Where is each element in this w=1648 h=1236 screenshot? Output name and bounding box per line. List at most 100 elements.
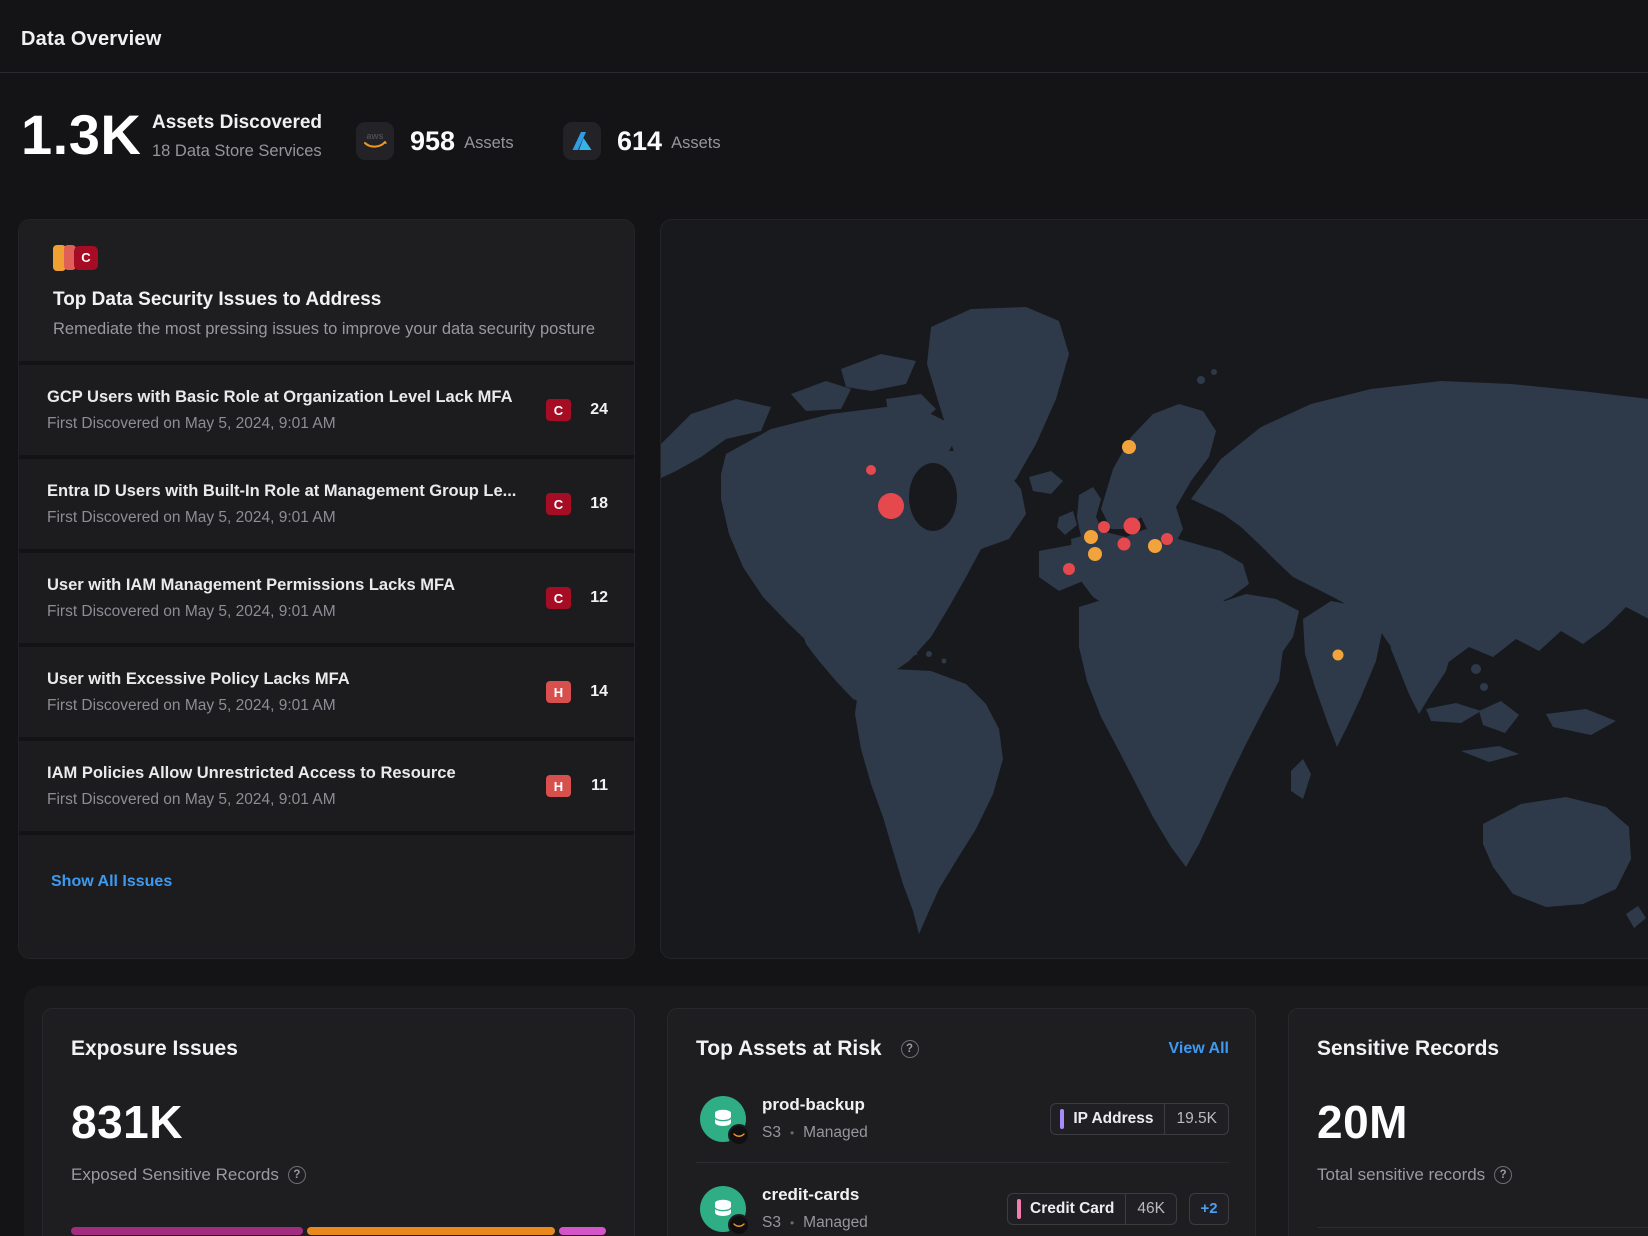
s3-bucket-icon <box>700 1096 746 1142</box>
azure-assets-unit: Assets <box>671 134 721 153</box>
tag-value: 46K <box>1125 1193 1176 1225</box>
sensitive-records-card: Sensitive Records 20M Total sensitive re… <box>1288 1008 1648 1236</box>
exposure-value: 831K <box>71 1095 606 1149</box>
data-store-services-label: 18 Data Store Services <box>152 142 322 161</box>
issue-discovered: First Discovered on May 5, 2024, 9:01 AM <box>47 697 530 715</box>
map-marker-orange[interactable] <box>1084 530 1098 544</box>
issue-discovered: First Discovered on May 5, 2024, 9:01 AM <box>47 791 530 809</box>
world-map <box>661 220 1648 959</box>
map-marker-red[interactable] <box>866 465 876 475</box>
issue-row[interactable]: User with Excessive Policy Lacks MFA Fir… <box>19 647 634 737</box>
page-title: Data Overview <box>21 28 161 51</box>
issue-count: 11 <box>586 777 608 795</box>
issue-count: 18 <box>586 495 608 513</box>
exposure-issues-card: Exposure Issues 831K Exposed Sensitive R… <box>42 1008 635 1236</box>
assets-discovered-meta: Assets Discovered 18 Data Store Services <box>152 112 322 161</box>
asset-name: credit-cards <box>762 1185 868 1205</box>
bottom-panel: Exposure Issues 831K Exposed Sensitive R… <box>24 986 1648 1236</box>
issue-title: IAM Policies Allow Unrestricted Access t… <box>47 764 530 783</box>
issue-row[interactable]: Entra ID Users with Built-In Role at Man… <box>19 459 634 549</box>
severity-badge: C <box>546 399 571 421</box>
aws-assets-count: 958 <box>410 126 455 157</box>
sensitive-data-tag[interactable]: IP Address 19.5K <box>1050 1103 1229 1135</box>
exposure-label: Exposed Sensitive Records <box>71 1165 279 1185</box>
top-issues-card: C Top Data Security Issues to Address Re… <box>18 219 635 959</box>
world-map-card <box>660 219 1648 959</box>
assets-discovered-label: Assets Discovered <box>152 112 322 134</box>
dot-separator: • <box>790 1126 794 1140</box>
issue-row[interactable]: IAM Policies Allow Unrestricted Access t… <box>19 741 634 831</box>
map-marker-orange[interactable] <box>1088 547 1102 561</box>
sensitive-card-title: Sensitive Records <box>1317 1037 1648 1061</box>
top-issues-header: C Top Data Security Issues to Address Re… <box>19 220 634 361</box>
sensitive-label: Total sensitive records <box>1317 1165 1485 1185</box>
issue-discovered: First Discovered on May 5, 2024, 9:01 AM <box>47 603 530 621</box>
sensitive-value: 20M <box>1317 1095 1648 1149</box>
severity-badge: C <box>546 587 571 609</box>
map-marker-orange[interactable] <box>1122 440 1136 454</box>
map-marker-orange[interactable] <box>1333 650 1344 661</box>
bar-segment-magenta <box>71 1227 303 1235</box>
sensitive-data-tag[interactable]: Credit Card 46K <box>1007 1193 1177 1225</box>
azure-provider-stat: 614 Assets <box>563 122 721 160</box>
severity-stack-icon: C <box>53 244 600 271</box>
severity-badge: C <box>546 493 571 515</box>
bar-segment-pink <box>559 1227 606 1235</box>
issue-discovered: First Discovered on May 5, 2024, 9:01 AM <box>47 509 530 527</box>
help-icon[interactable]: ? <box>288 1166 306 1184</box>
assets-discovered-value: 1.3K <box>21 102 141 167</box>
issue-row[interactable]: User with IAM Management Permissions Lac… <box>19 553 634 643</box>
exposure-card-title: Exposure Issues <box>71 1037 606 1061</box>
severity-badge: H <box>546 775 571 797</box>
data-overview-page: Data Overview 1.3K Assets Discovered 18 … <box>0 0 1648 1236</box>
svg-text:aws: aws <box>366 131 383 141</box>
map-marker-red[interactable] <box>878 493 904 519</box>
aws-mini-badge-icon <box>728 1214 750 1236</box>
issues-card-subtitle: Remediate the most pressing issues to im… <box>53 320 600 339</box>
s3-bucket-icon <box>700 1186 746 1232</box>
header-divider <box>0 72 1648 73</box>
issue-count: 24 <box>586 401 608 419</box>
view-all-link[interactable]: View All <box>1169 1040 1229 1058</box>
tag-color-bar <box>1060 1109 1064 1129</box>
show-all-issues-link[interactable]: Show All Issues <box>51 873 172 891</box>
tag-color-bar <box>1017 1199 1021 1219</box>
issue-title: Entra ID Users with Built-In Role at Man… <box>47 482 530 501</box>
tag-value: 19.5K <box>1164 1103 1228 1135</box>
issue-count: 12 <box>586 589 608 607</box>
azure-icon <box>563 122 601 160</box>
dot-separator: • <box>790 1216 794 1230</box>
asset-status: Managed <box>803 1124 868 1142</box>
more-tags-badge[interactable]: +2 <box>1189 1193 1229 1225</box>
map-marker-red[interactable] <box>1124 518 1141 535</box>
map-marker-red[interactable] <box>1098 521 1110 533</box>
assets-card-title: Top Assets at Risk <box>696 1037 882 1061</box>
aws-assets-unit: Assets <box>464 134 514 153</box>
help-icon[interactable]: ? <box>901 1040 919 1058</box>
issue-title: User with Excessive Policy Lacks MFA <box>47 670 530 689</box>
bar-segment-orange <box>307 1227 555 1235</box>
asset-row[interactable]: credit-cards S3 • Managed Credit Card 46… <box>696 1162 1229 1236</box>
issue-row[interactable]: GCP Users with Basic Role at Organizatio… <box>19 365 634 455</box>
map-marker-orange[interactable] <box>1148 539 1162 553</box>
aws-icon: aws <box>356 122 394 160</box>
asset-status: Managed <box>803 1214 868 1232</box>
asset-row[interactable]: prod-backup S3 • Managed IP Address 19.5… <box>696 1073 1229 1162</box>
issue-discovered: First Discovered on May 5, 2024, 9:01 AM <box>47 415 530 433</box>
exposure-distribution-bar <box>71 1227 606 1235</box>
tag-label: Credit Card <box>1030 1200 1125 1218</box>
issue-title: User with IAM Management Permissions Lac… <box>47 576 530 595</box>
issue-count: 14 <box>586 683 608 701</box>
map-marker-red[interactable] <box>1161 533 1173 545</box>
aws-mini-badge-icon <box>728 1124 750 1146</box>
issue-title: GCP Users with Basic Role at Organizatio… <box>47 388 530 407</box>
severity-badge: H <box>546 681 571 703</box>
asset-name: prod-backup <box>762 1095 868 1115</box>
sensitive-card-divider <box>1317 1227 1648 1228</box>
help-icon[interactable]: ? <box>1494 1166 1512 1184</box>
tag-label: IP Address <box>1073 1110 1164 1128</box>
issues-card-title: Top Data Security Issues to Address <box>53 289 600 311</box>
azure-assets-count: 614 <box>617 126 662 157</box>
map-marker-red[interactable] <box>1118 538 1131 551</box>
map-marker-red[interactable] <box>1063 563 1075 575</box>
